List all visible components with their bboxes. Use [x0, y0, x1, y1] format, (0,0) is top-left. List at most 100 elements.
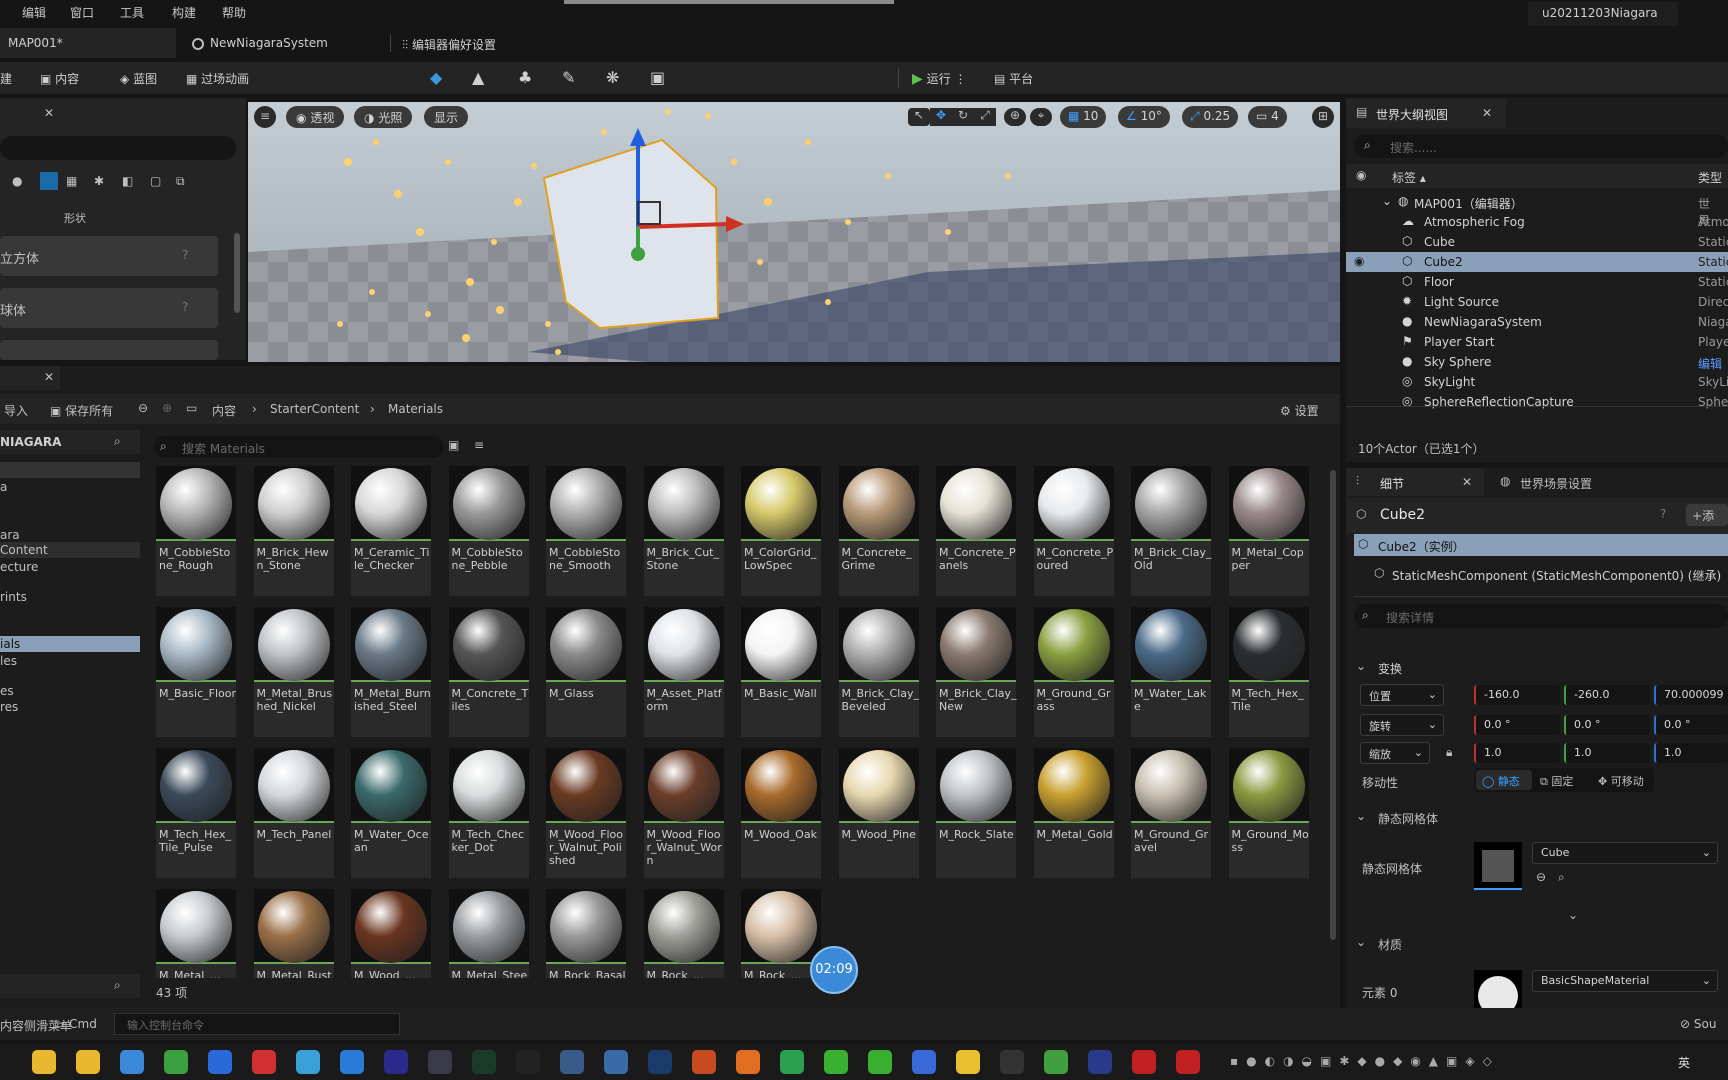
apps-icon[interactable]	[208, 1050, 232, 1074]
title-drag-bar[interactable]	[564, 0, 894, 4]
asset-tile[interactable]: M_Ground_Gravel	[1131, 748, 1211, 878]
outliner-row[interactable]: ✹ Light Source Direc	[1346, 292, 1728, 312]
asset-tile[interactable]: M_Rock_Basalt	[546, 889, 626, 978]
location-z-field[interactable]: 70.000099	[1654, 685, 1728, 705]
unreal-icon[interactable]	[516, 1050, 540, 1074]
menu-tools[interactable]: 工具	[120, 4, 144, 21]
scale-snap-button[interactable]: ⤢ 0.25	[1182, 106, 1239, 128]
content-button[interactable]: ▣ 内容	[40, 70, 79, 87]
foliage-mode-icon[interactable]: ♣	[518, 68, 532, 87]
menu-window[interactable]: 窗口	[70, 4, 94, 21]
c-icon[interactable]	[912, 1050, 936, 1074]
scale-tool-icon[interactable]: ⤢	[974, 108, 996, 126]
cmd-button[interactable]: ▭ Cmd	[54, 1017, 97, 1031]
breadcrumb-materials[interactable]: Materials	[388, 402, 443, 416]
asset-tile[interactable]: M_Tech_Checker_Dot	[448, 748, 529, 878]
iqiyi-icon[interactable]	[868, 1050, 892, 1074]
asset-tile[interactable]: M_Rock_...	[741, 889, 821, 978]
landscape-mode-icon[interactable]: ▲	[472, 68, 484, 87]
asset-tile[interactable]: M_Metal_Steel	[448, 889, 529, 978]
m-icon[interactable]	[692, 1050, 716, 1074]
fracture-mode-icon[interactable]: ❋	[606, 68, 619, 87]
static-mesh-dropdown[interactable]: Cube ⌄	[1532, 842, 1718, 864]
close-icon[interactable]: ✕	[1462, 475, 1472, 489]
asset-tile[interactable]: M_Rock_Slate	[936, 748, 1016, 878]
back-icon[interactable]: ⊖	[138, 401, 148, 415]
rotation-x-field[interactable]: 0.0 °	[1474, 715, 1560, 735]
chevron-down-icon[interactable]: ⌄	[1568, 908, 1578, 922]
rotate-tool-icon[interactable]: ↻	[952, 108, 974, 126]
browse-back-icon[interactable]: ⊖	[1536, 870, 1546, 884]
asset-tile[interactable]: M_Brick_Hewn_Stone	[253, 466, 334, 596]
outliner-row[interactable]: ● NewNiagaraSystem Niaga	[1346, 312, 1728, 332]
asset-tile[interactable]: M_Asset_Platform	[643, 607, 724, 737]
type-column-header[interactable]: 类型	[1698, 169, 1722, 186]
details-search-input[interactable]: ⌕ 搜索详情	[1354, 604, 1728, 628]
perspective-button[interactable]: ◉ 透视	[286, 106, 345, 128]
level-viewport[interactable]: ≡ ◉ 透视 ◑ 光照 显示 ↖ ✥ ↻ ⤢ ⊕ ⌖ ▦ 10 ∠ 10° ⤢ …	[248, 102, 1340, 362]
select-mode-icon[interactable]: ◆	[430, 68, 442, 87]
component-row[interactable]: ⬡ StaticMeshComponent (StaticMeshCompone…	[1370, 564, 1728, 586]
viewport-menu-icon[interactable]: ≡	[254, 106, 276, 128]
all-classes-icon[interactable]: ⧉	[176, 174, 185, 189]
actor-name[interactable]: Cube2	[1380, 507, 1425, 523]
plus-icon[interactable]	[1044, 1050, 1068, 1074]
mobility-stationary-button[interactable]: ⧉ 固定	[1540, 773, 1573, 789]
asset-tile[interactable]: M_Basic_Floor	[156, 607, 236, 737]
material-section-header[interactable]: ⌄ 材质	[1346, 932, 1728, 954]
settings-button[interactable]: ⚙ 设置	[1280, 402, 1319, 419]
world-local-icon[interactable]: ⊕	[1004, 108, 1026, 126]
place-search-input[interactable]	[0, 136, 236, 160]
cinematic-icon[interactable]: ▦	[66, 174, 77, 188]
material-thumbnail[interactable]	[1474, 970, 1522, 1008]
filter-icon[interactable]: ≡	[474, 438, 484, 452]
ae-icon[interactable]	[384, 1050, 408, 1074]
transform-section-header[interactable]: ⌄ 变换	[1346, 656, 1728, 678]
tab-map[interactable]: MAP001*	[0, 28, 176, 58]
scale-y-field[interactable]: 1.0	[1564, 743, 1650, 763]
outliner-row[interactable]: ⬡ Cube Static	[1346, 232, 1728, 252]
breadcrumb-starter[interactable]: StarterContent	[270, 402, 359, 416]
asset-tile[interactable]: M_Metal_...	[156, 889, 236, 978]
location-y-field[interactable]: -260.0	[1564, 685, 1650, 705]
static-mesh-section-header[interactable]: ⌄ 静态网格体	[1346, 806, 1728, 828]
create-button[interactable]: 创建	[0, 70, 12, 87]
sidebar-item-textures[interactable]: res	[0, 700, 18, 714]
asset-tile[interactable]: M_Ceramic_Tile_Checker	[351, 466, 431, 596]
mobility-movable-button[interactable]: ✥ 可移动	[1598, 773, 1644, 789]
sidebar-item-blueprints[interactable]: rints	[0, 590, 27, 604]
asset-tile[interactable]: M_CobbleStone_Pebble	[448, 466, 529, 596]
scrollbar[interactable]	[234, 233, 240, 313]
place-item-cube[interactable]: 立方体 ?	[0, 236, 218, 276]
menu-help[interactable]: 帮助	[222, 4, 246, 21]
outliner-row[interactable]: ☁ Atmospheric Fog Atmo	[1346, 212, 1728, 232]
asset-tile[interactable]: M_Concrete_Grime	[838, 466, 919, 596]
modeling-mode-icon[interactable]: ▣	[650, 68, 665, 87]
bird-icon[interactable]	[252, 1050, 276, 1074]
au-icon[interactable]	[1088, 1050, 1112, 1074]
location-dropdown[interactable]: 位置 ⌄	[1360, 684, 1444, 706]
scale-x-field[interactable]: 1.0	[1474, 743, 1560, 763]
asset-tile[interactable]: M_Concrete_Poured	[1033, 466, 1114, 596]
pt-icon[interactable]	[472, 1050, 496, 1074]
import-button[interactable]: 导入	[4, 402, 28, 419]
asset-tile[interactable]: M_ColorGrid_LowSpec	[741, 466, 821, 596]
recording-timer[interactable]: 02:09	[810, 946, 858, 994]
translate-tool-icon[interactable]: ✥	[930, 108, 952, 126]
close-icon[interactable]: ✕	[44, 370, 54, 384]
blender-icon[interactable]	[736, 1050, 760, 1074]
dict-icon[interactable]	[1176, 1050, 1200, 1074]
outliner-search-input[interactable]: ⌕ 搜索......	[1354, 134, 1728, 158]
component-instance-row[interactable]: ⬡ Cube2（实例）	[1354, 534, 1728, 556]
camera-speed-button[interactable]: ▭ 4	[1248, 106, 1287, 128]
iqiyi-icon[interactable]	[824, 1050, 848, 1074]
asset-tile[interactable]: M_Metal_Brushed_Nickel	[253, 607, 334, 737]
sidebar-item-materials-row[interactable]: ials	[0, 636, 140, 652]
ps-icon[interactable]	[648, 1050, 672, 1074]
platform-button[interactable]: ▤ 平台	[994, 70, 1033, 87]
place-item-next[interactable]	[0, 340, 218, 360]
save-search-icon[interactable]: ▣	[448, 438, 459, 452]
outliner-row[interactable]: ● Sky Sphere 编辑	[1346, 352, 1728, 372]
help-icon[interactable]: ?	[182, 300, 188, 314]
sidebar-item-niagara[interactable]: ara	[0, 528, 20, 542]
